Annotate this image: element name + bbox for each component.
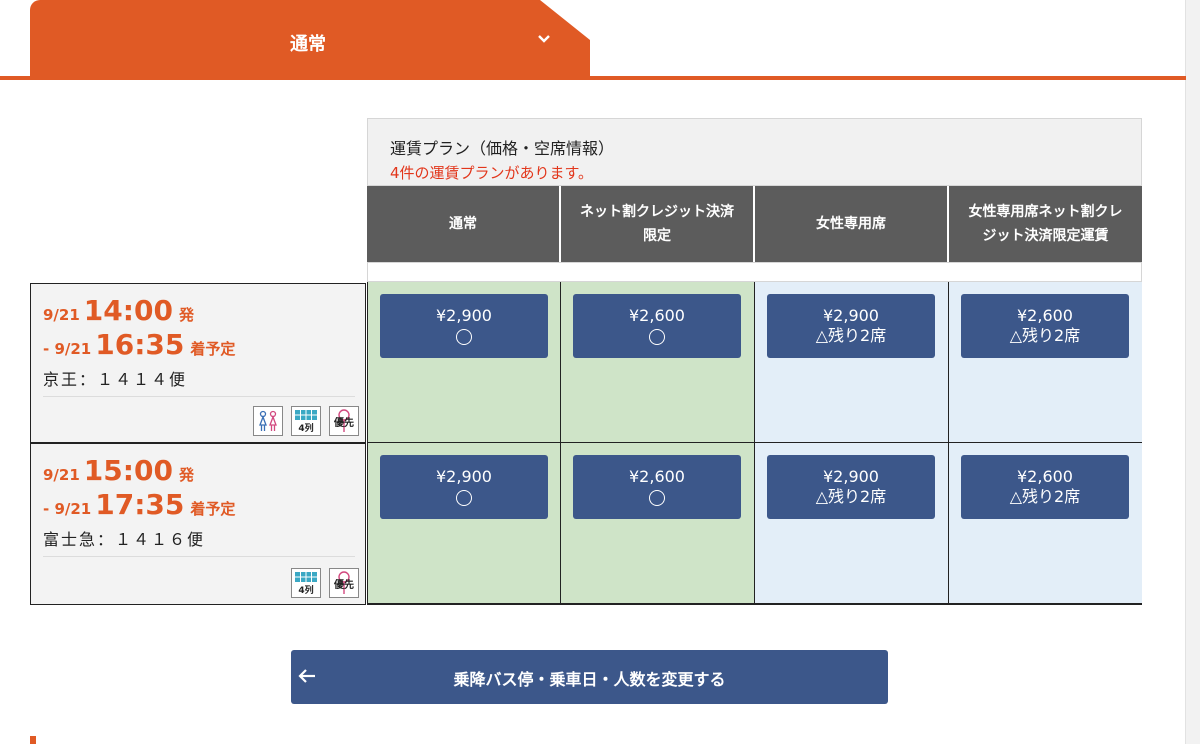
bus-feature-icons: 4列 優先 [253, 406, 359, 436]
fare-select-button[interactable]: ¥2,900 [380, 455, 548, 519]
fare-select-button[interactable]: ¥2,600 △残り2席 [961, 455, 1129, 519]
fare-cell: ¥2,900 [367, 443, 561, 605]
departure-line: 9/21 14:00 発 [43, 294, 194, 327]
fare-cell: ¥2,600 [561, 443, 755, 605]
change-search-label: 乗降バス停・乗車日・人数を変更する [453, 670, 726, 689]
fare-select-button[interactable]: ¥2,900 [380, 294, 548, 358]
fare-price: ¥2,900 [436, 467, 492, 486]
seat-availability: △残り2席 [1009, 326, 1081, 345]
fare-price: ¥2,600 [1017, 467, 1073, 486]
bus-name: 京王：１４１４便 [43, 370, 188, 389]
column-header-line: 女性専用席ネット割クレ [968, 204, 1123, 220]
column-header-line: ジット決済限定運賃 [982, 228, 1109, 244]
departure-date: 9/21 [43, 466, 80, 484]
departure-line: 9/21 15:00 発 [43, 454, 194, 487]
tab-label: 通常 [290, 34, 326, 55]
arrival-suffix: 着予定 [190, 500, 236, 518]
fare-select-button[interactable]: ¥2,900 △残り2席 [767, 455, 935, 519]
seat-availability: △残り2席 [815, 487, 887, 506]
divider [43, 556, 355, 557]
arrival-suffix: 着予定 [190, 340, 236, 358]
available-circle-icon [649, 490, 665, 506]
departure-date: 9/21 [43, 306, 80, 324]
divider [43, 396, 355, 397]
fare-select-button[interactable]: ¥2,600 [573, 455, 741, 519]
four-row-label: 4列 [298, 584, 313, 596]
fare-select-button[interactable]: ¥2,900 △残り2席 [767, 294, 935, 358]
4-row-seat-icon: 4列 [291, 568, 321, 598]
fare-cell: ¥2,600 △残り2席 [949, 282, 1142, 443]
departure-time: 15:00 [83, 454, 173, 487]
priority-label: 優先 [333, 416, 354, 429]
available-circle-icon [649, 329, 665, 345]
available-circle-icon [456, 490, 472, 506]
chevron-down-icon [538, 35, 550, 43]
column-header-line: 限定 [643, 228, 671, 244]
available-circle-icon [456, 329, 472, 345]
seat-availability: △残り2席 [1009, 487, 1081, 506]
fare-price: ¥2,900 [823, 467, 879, 486]
fare-plan-count: 4件の運賃プランがあります。 [390, 164, 594, 182]
column-header-line: ネット割クレジット決済 [580, 204, 734, 220]
column-header-line: 女性専用席 [816, 216, 886, 232]
arrival-line: - 9/21 17:35 着予定 [43, 488, 235, 521]
scrollbar[interactable] [1185, 0, 1200, 744]
fare-plan-title: 運賃プラン（価格・空席情報） [390, 139, 615, 158]
bus-feature-icons: 4列 優先 [291, 568, 359, 598]
bus-info-row: 9/21 14:00 発 - 9/21 16:35 着予定 京王：１４１４便 4列 [30, 283, 366, 443]
departure-suffix: 発 [178, 466, 194, 484]
fare-cell: ¥2,900 △残り2席 [755, 282, 949, 443]
fare-price: ¥2,600 [629, 467, 685, 486]
priority-label: 優先 [333, 578, 354, 591]
arrival-date: - 9/21 [43, 340, 92, 358]
priority-seat-icon: 優先 [329, 568, 359, 598]
departure-time: 14:00 [83, 294, 173, 327]
4-row-seat-icon: 4列 [291, 406, 321, 436]
section-accent-bar [30, 736, 36, 744]
women-seat-icon [253, 406, 283, 436]
table-spacer [367, 262, 1142, 282]
fare-price: ¥2,900 [823, 306, 879, 325]
fare-price: ¥2,600 [629, 306, 685, 325]
column-header-women-seat: 女性専用席 [755, 186, 949, 262]
fare-price: ¥2,600 [1017, 306, 1073, 325]
column-header-women-net-credit: 女性専用席ネット割クレ ジット決済限定運賃 [949, 186, 1142, 262]
change-search-button[interactable]: 乗降バス停・乗車日・人数を変更する [291, 650, 888, 704]
fare-select-button[interactable]: ¥2,600 [573, 294, 741, 358]
fare-cell: ¥2,900 [367, 282, 561, 443]
fare-cell: ¥2,600 [561, 282, 755, 443]
tab-underline [0, 76, 1186, 80]
priority-seat-icon: 優先 [329, 406, 359, 436]
fare-plan-header: 運賃プラン（価格・空席情報） 4件の運賃プランがあります。 [367, 118, 1142, 186]
fare-cell: ¥2,900 △残り2席 [755, 443, 949, 605]
departure-suffix: 発 [178, 306, 194, 324]
bus-info-row: 9/21 15:00 発 - 9/21 17:35 着予定 富士急：１４１６便 4列 優… [30, 443, 366, 605]
fare-cell: ¥2,600 △残り2席 [949, 443, 1142, 605]
column-header-net-credit: ネット割クレジット決済 限定 [561, 186, 755, 262]
arrival-time: 16:35 [95, 328, 185, 361]
fare-price: ¥2,900 [436, 306, 492, 325]
column-header-regular: 通常 [367, 186, 561, 262]
seat-type-tab[interactable]: 通常 [30, 0, 590, 77]
seat-availability: △残り2席 [815, 326, 887, 345]
bus-name: 富士急：１４１６便 [43, 530, 206, 549]
arrival-time: 17:35 [95, 488, 185, 521]
arrival-date: - 9/21 [43, 500, 92, 518]
column-header-line: 通常 [449, 216, 477, 232]
arrival-line: - 9/21 16:35 着予定 [43, 328, 235, 361]
four-row-label: 4列 [298, 422, 313, 434]
fare-select-button[interactable]: ¥2,600 △残り2席 [961, 294, 1129, 358]
